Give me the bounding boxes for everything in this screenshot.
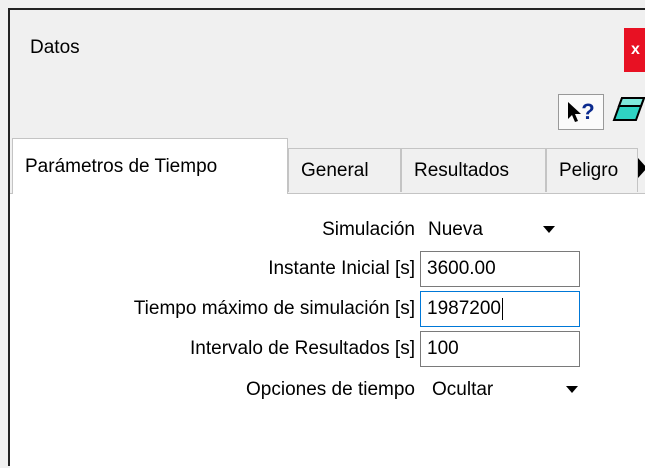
opciones-de-tiempo-dropdown[interactable]: Ocultar (420, 372, 590, 408)
tab-label: Parámetros de Tiempo (25, 155, 218, 177)
eraser-icon (612, 97, 645, 121)
tab-label: Resultados (414, 159, 510, 181)
row-intervalo: Intervalo de Resultados [s] 100 (10, 331, 645, 367)
tab-peligro[interactable]: Peligro (546, 148, 638, 192)
row-simulacion: Simulación Nueva (10, 212, 645, 248)
tiempo-maximo-label: Tiempo máximo de simulación [s] (133, 298, 415, 319)
question-mark-icon: ? (581, 99, 595, 124)
tab-general[interactable]: General (288, 148, 401, 192)
tiempo-maximo-input[interactable]: 1987200 (420, 291, 580, 327)
window-title: Datos (30, 37, 80, 58)
tab-resultados[interactable]: Resultados (401, 148, 546, 192)
close-button[interactable]: x (624, 28, 645, 72)
title-bar: Datos x (10, 10, 645, 80)
intervalo-label: Intervalo de Resultados [s] (190, 338, 415, 359)
eraser-button[interactable] (610, 90, 645, 130)
tab-label: Peligro (559, 159, 619, 181)
simulacion-value: Nueva (428, 219, 483, 240)
chevron-down-icon (566, 386, 578, 393)
instante-inicial-value: 3600.00 (427, 258, 496, 279)
row-tiempo-maximo: Tiempo máximo de simulación [s] 1987200 (10, 291, 645, 327)
row-opciones-de-tiempo: Opciones de tiempo Ocultar (10, 372, 645, 408)
intervalo-value: 100 (427, 338, 459, 359)
simulacion-dropdown[interactable]: Nueva (420, 212, 570, 248)
opciones-de-tiempo-value: Ocultar (432, 379, 494, 400)
row-instante-inicial: Instante Inicial [s] 3600.00 (10, 251, 645, 287)
chevron-down-icon (543, 226, 555, 233)
tab-parametros-de-tiempo[interactable]: Parámetros de Tiempo (12, 138, 288, 194)
text-caret (501, 297, 503, 320)
tab-panel-parametros-de-tiempo: Simulación Nueva Instante Inicial [s] 36… (10, 194, 645, 468)
dialog-window: Datos x ? Parámetros de Tiempo General R… (8, 8, 645, 468)
opciones-de-tiempo-label: Opciones de tiempo (246, 379, 415, 400)
instante-inicial-input[interactable]: 3600.00 (420, 251, 580, 287)
tab-label: General (301, 159, 369, 181)
tab-scroll-right-icon[interactable] (638, 148, 645, 188)
close-icon: x (631, 41, 640, 58)
context-help-button[interactable]: ? (558, 94, 604, 130)
simulacion-label: Simulación (322, 219, 415, 240)
intervalo-input[interactable]: 100 (420, 331, 580, 367)
toolbar: ? (10, 80, 645, 134)
instante-inicial-label: Instante Inicial [s] (268, 258, 415, 279)
tiempo-maximo-value: 1987200 (427, 298, 501, 319)
tab-strip: Parámetros de Tiempo General Resultados … (10, 134, 645, 194)
